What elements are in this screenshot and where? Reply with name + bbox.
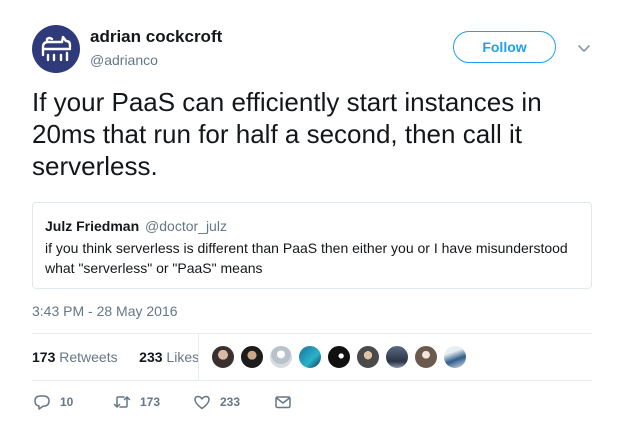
quoted-user-handle: @doctor_julz <box>145 218 227 234</box>
liker-avatar[interactable] <box>269 345 293 369</box>
quoted-tweet[interactable]: Julz Friedman @doctor_julz if you think … <box>32 202 592 289</box>
retweets-stat[interactable]: 173 Retweets <box>32 349 118 365</box>
divider <box>32 380 592 381</box>
reply-count: 10 <box>60 395 74 409</box>
likes-stat[interactable]: 233 Likes <box>139 349 199 365</box>
likes-count: 233 <box>139 349 163 365</box>
heart-icon <box>194 395 210 410</box>
user-name[interactable]: adrian cockcroft <box>90 27 222 47</box>
liker-avatar[interactable] <box>385 345 409 369</box>
tweet-timestamp[interactable]: 3:43 PM - 28 May 2016 <box>32 303 178 319</box>
liker-avatar[interactable] <box>414 345 438 369</box>
like-button[interactable]: 233 <box>192 392 240 412</box>
liker-avatar[interactable] <box>240 345 264 369</box>
quoted-user-name: Julz Friedman <box>45 218 140 234</box>
avatar[interactable] <box>32 25 80 73</box>
like-count: 233 <box>220 395 241 409</box>
tweet-text: If your PaaS can efficiently start insta… <box>32 87 542 181</box>
divider <box>32 333 592 334</box>
retweets-count: 173 <box>32 349 56 365</box>
retweet-icon <box>113 396 131 408</box>
follow-button[interactable]: Follow <box>453 31 556 63</box>
liker-avatar[interactable] <box>356 345 380 369</box>
direct-message-button[interactable] <box>273 392 293 412</box>
liker-avatar[interactable] <box>211 345 235 369</box>
retweets-label: Retweets <box>59 349 118 365</box>
quoted-tweet-text: if you think serverless is different tha… <box>45 240 568 276</box>
envelope-icon <box>275 396 291 409</box>
reply-icon <box>34 395 50 410</box>
liker-avatar[interactable] <box>443 345 467 369</box>
chevron-down-icon[interactable] <box>577 41 591 55</box>
likes-label: Likes <box>166 349 200 365</box>
unicorn-icon <box>41 35 72 62</box>
quoted-tweet-header: Julz Friedman @doctor_julz <box>45 217 579 235</box>
liker-avatar[interactable] <box>327 345 351 369</box>
user-handle[interactable]: @adrianco <box>90 52 158 68</box>
retweet-button[interactable]: 173 <box>112 392 160 412</box>
tweet-stats: 173 Retweets 233 Likes <box>32 349 205 365</box>
liker-avatar[interactable] <box>298 345 322 369</box>
retweet-count: 173 <box>140 395 161 409</box>
stats-divider <box>198 334 199 380</box>
reply-button[interactable]: 10 <box>32 392 73 412</box>
